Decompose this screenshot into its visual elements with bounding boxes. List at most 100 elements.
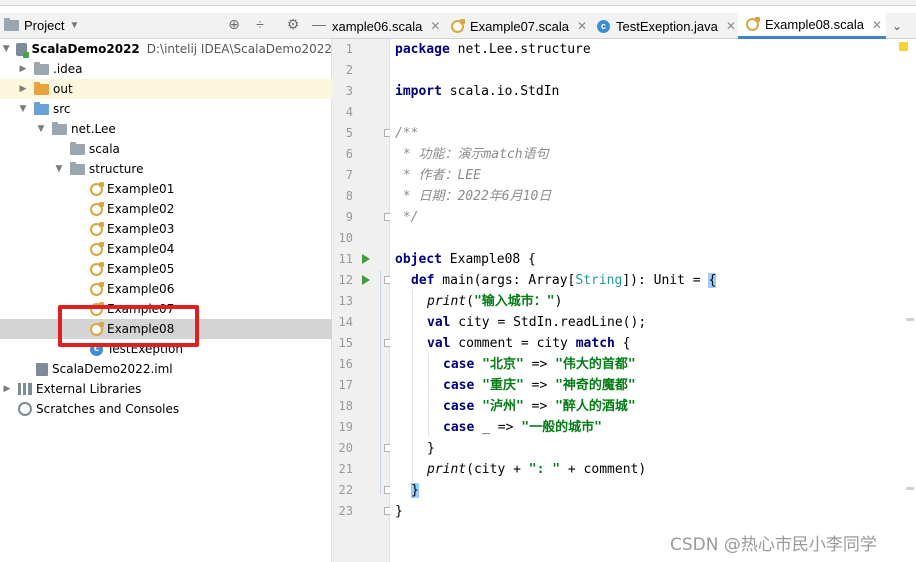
tree-item-project-root[interactable]: ▼ ScalaDemo2022 D:\intelij IDEA\ScalaDem… [0, 39, 332, 59]
tree-item-label: External Libraries [36, 382, 142, 396]
indent-guide [428, 353, 429, 437]
tree-item-label: Example07 [107, 302, 175, 316]
folder-icon [34, 61, 49, 75]
project-panel-header: Project ▼ ⊕ ÷ ⚙ — [0, 13, 332, 39]
scala-object-icon [90, 321, 104, 336]
tree-item-label: Example03 [107, 222, 175, 236]
line-number: 12 [338, 273, 353, 287]
expanded-arrow-icon[interactable]: ▼ [54, 164, 64, 174]
code-line-5: /** [395, 126, 419, 141]
line-number: 7 [345, 168, 353, 182]
code-line-11: object Example08 { [395, 252, 536, 267]
tree-item-testexeption[interactable]: c TestExeption [0, 339, 332, 359]
scala-object-icon [746, 17, 760, 31]
line-number: 21 [338, 462, 353, 476]
tree-item-example03[interactable]: Example03 [0, 219, 332, 239]
scratches-icon [18, 402, 32, 416]
code-line-17: case "重庆" => "神奇的魔都" [443, 378, 636, 393]
tree-item-package-scala[interactable]: scala [0, 139, 332, 159]
locate-file-icon[interactable]: ⊕ [226, 16, 242, 32]
line-number: 4 [345, 105, 353, 119]
code-line-12: def main(args: Array[String]): Unit = { [411, 273, 717, 288]
tree-item-package-structure[interactable]: ▼ structure [0, 159, 332, 179]
warning-marker-icon[interactable] [899, 42, 908, 51]
line-number: 19 [338, 420, 353, 434]
tree-item-scratches[interactable]: Scratches and Consoles [0, 399, 332, 419]
libraries-icon [18, 383, 32, 395]
tree-item-label: Scratches and Consoles [36, 402, 180, 416]
tree-item-label: out [53, 82, 73, 96]
line-number: 20 [338, 441, 353, 455]
tree-item-example07[interactable]: Example07 [0, 299, 332, 319]
tree-item-example08[interactable]: Example08 [0, 319, 332, 339]
tree-item-external-libraries[interactable]: ▶ External Libraries [0, 379, 332, 399]
code-line-3: import scala.io.StdIn [395, 84, 560, 99]
tab-label: xample06.scala [332, 18, 423, 34]
expanded-arrow-icon[interactable]: ▼ [2, 44, 10, 54]
tab-example07[interactable]: Example07.scala ✕ [447, 13, 591, 39]
project-view-selector[interactable]: Project ▼ [4, 18, 79, 33]
close-icon[interactable]: ✕ [430, 19, 440, 33]
line-number: 5 [345, 126, 353, 140]
collapse-all-icon[interactable]: ÷ [252, 16, 268, 32]
indent-guide [412, 290, 413, 482]
watermark: CSDN @热心市民小李同学 [670, 535, 877, 555]
code-line-13: print("输入城市：") [427, 294, 563, 309]
tree-item-example05[interactable]: Example05 [0, 259, 332, 279]
indent-guide [380, 270, 381, 494]
line-number: 3 [345, 84, 353, 98]
expanded-arrow-icon[interactable]: ▼ [36, 124, 46, 134]
collapsed-arrow-icon[interactable]: ▶ [2, 384, 12, 394]
hide-panel-icon[interactable]: — [311, 16, 327, 32]
editor-gutter: 1 2 3 4 5 6 7 8 9 10 11 12 13 14 15 16 1… [332, 39, 392, 562]
package-icon [70, 161, 85, 175]
tree-item-package-net-lee[interactable]: ▼ net.Lee [0, 119, 332, 139]
line-number: 14 [338, 315, 353, 329]
tree-item-idea-folder[interactable]: ▶ .idea [0, 59, 332, 79]
editor-tab-bar: xample06.scala ✕ Example07.scala ✕ c Tes… [332, 13, 916, 39]
run-icon[interactable] [362, 275, 370, 285]
top-toolbar-strip [0, 0, 916, 6]
close-icon[interactable]: ✕ [726, 19, 736, 33]
tree-item-label: src [53, 102, 71, 116]
code-line-1: package net.Lee.structure [395, 42, 591, 57]
scala-object-icon [90, 201, 104, 216]
tab-testexeption[interactable]: c TestExeption.java ✕ [595, 13, 745, 39]
chevron-down-icon: ▼ [69, 20, 80, 31]
line-number: 17 [338, 378, 353, 392]
tree-item-label: Example05 [107, 262, 175, 276]
tree-item-label: Example01 [107, 182, 175, 196]
tab-example08[interactable]: Example08.scala ✕ [738, 13, 886, 39]
line-number: 10 [338, 231, 353, 245]
scroll-marker[interactable] [906, 318, 914, 321]
close-icon[interactable]: ✕ [577, 19, 587, 33]
tree-item-example04[interactable]: Example04 [0, 239, 332, 259]
run-icon[interactable] [362, 254, 370, 264]
collapsed-arrow-icon[interactable]: ▶ [18, 64, 28, 74]
tree-item-example06[interactable]: Example06 [0, 279, 332, 299]
tab-list-chevron-icon[interactable]: ⌄ [892, 19, 902, 33]
code-line-23: } [395, 504, 403, 519]
tree-item-out-folder[interactable]: ▶ out [0, 79, 332, 99]
tree-item-iml-file[interactable]: ScalaDemo2022.iml [0, 359, 332, 379]
tab-example06[interactable]: xample06.scala ✕ [332, 13, 440, 39]
gear-icon[interactable]: ⚙ [285, 16, 301, 32]
code-line-18: case "泸州" => "醉人的酒城" [443, 399, 636, 414]
code-line-16: case "北京" => "伟大的首都" [443, 357, 636, 372]
folder-icon [4, 18, 19, 31]
tree-item-label: structure [89, 162, 144, 176]
close-icon[interactable]: ✕ [872, 18, 882, 32]
tab-label: TestExeption.java [616, 18, 718, 34]
folder-icon [34, 81, 49, 95]
tree-item-path-hint: D:\intelij IDEA\ScalaDemo2022 [146, 42, 332, 56]
tree-item-example01[interactable]: Example01 [0, 179, 332, 199]
scala-object-icon [90, 261, 104, 276]
tree-item-src-folder[interactable]: ▼ src [0, 99, 332, 119]
scala-object-icon [90, 181, 104, 196]
scroll-marker[interactable] [906, 487, 914, 490]
collapsed-arrow-icon[interactable]: ▶ [18, 84, 28, 94]
tree-item-example02[interactable]: Example02 [0, 199, 332, 219]
code-line-15: val comment = city match { [427, 336, 631, 351]
scala-object-icon [90, 241, 104, 256]
expanded-arrow-icon[interactable]: ▼ [18, 104, 28, 114]
